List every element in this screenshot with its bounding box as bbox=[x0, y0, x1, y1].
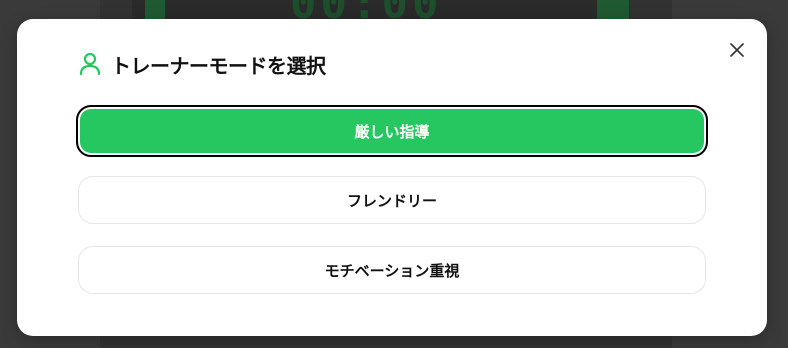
option-label: フレンドリー bbox=[346, 191, 437, 210]
option-strict-coaching[interactable]: 厳しい指導 bbox=[76, 105, 708, 157]
modal-title: トレーナーモードを選択 bbox=[111, 53, 326, 78]
user-icon bbox=[79, 52, 101, 76]
trainer-mode-modal: トレーナーモードを選択 厳しい指導 フレンドリー モチベーション重視 bbox=[17, 19, 767, 336]
option-label: 厳しい指導 bbox=[354, 122, 430, 141]
background-accent-left bbox=[145, 0, 165, 20]
option-friendly[interactable]: フレンドリー bbox=[78, 176, 706, 224]
option-motivation-focused[interactable]: モチベーション重視 bbox=[78, 246, 706, 294]
close-button[interactable] bbox=[727, 41, 747, 61]
modal-header: トレーナーモードを選択 bbox=[79, 49, 326, 79]
option-label: モチベーション重視 bbox=[324, 261, 460, 280]
close-icon bbox=[730, 42, 744, 61]
background-accent-right bbox=[597, 0, 629, 20]
